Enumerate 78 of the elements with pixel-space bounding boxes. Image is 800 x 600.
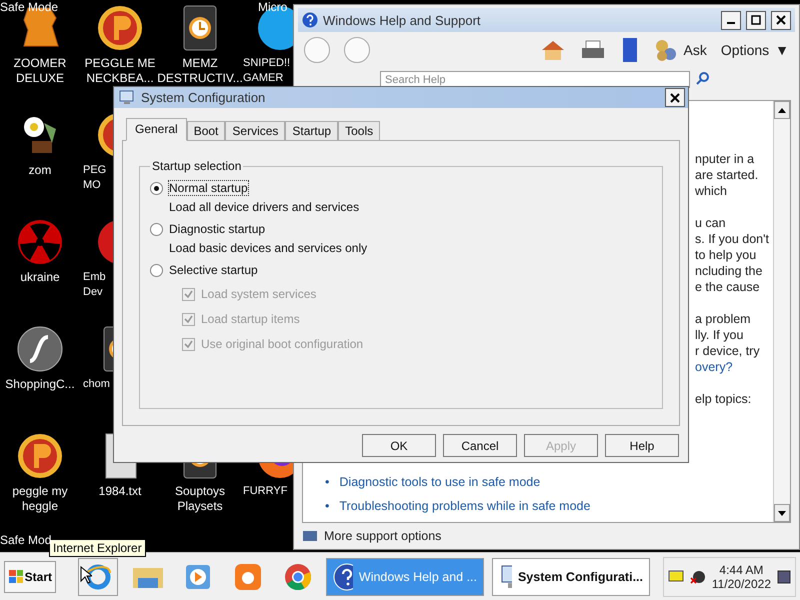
options-menu[interactable]: Options ▼ xyxy=(720,42,789,58)
window-title: System Configuration xyxy=(141,90,266,105)
icon-label: SNIPED!! GAMER xyxy=(243,56,290,86)
radio-option[interactable]: Diagnostic startup xyxy=(150,222,652,236)
option-description: Load basic devices and services only xyxy=(169,241,368,255)
scrollbar[interactable] xyxy=(773,101,790,522)
tab[interactable]: Services xyxy=(225,121,286,141)
speaker-icon[interactable] xyxy=(690,568,706,584)
close-icon xyxy=(776,15,786,25)
tab[interactable]: Boot xyxy=(186,121,226,141)
people-icon xyxy=(654,38,678,62)
game-badge-icon[interactable] xyxy=(16,432,64,480)
icon-label: ShoppingC... xyxy=(4,377,76,392)
windows-logo xyxy=(8,568,23,584)
option-description: Load all device drivers and services xyxy=(169,200,360,214)
minimize-button[interactable] xyxy=(721,10,741,30)
taskbar-button[interactable]: System Configurati... xyxy=(492,558,650,596)
icon-label: Emb Dev xyxy=(83,270,106,300)
tab[interactable]: Startup xyxy=(285,121,338,141)
icon-label: FURRYF xyxy=(243,484,288,499)
flash-icon[interactable] xyxy=(16,325,64,373)
search-icon[interactable] xyxy=(696,71,710,85)
help-link[interactable]: overy? xyxy=(695,359,773,375)
ask-button[interactable]: Ask xyxy=(654,38,707,62)
icon-label: ukraine xyxy=(19,270,61,285)
monitor-icon[interactable] xyxy=(668,570,684,584)
radio-button[interactable] xyxy=(150,222,163,236)
minimize-icon xyxy=(727,22,735,24)
dialog-button[interactable]: OK xyxy=(362,434,436,457)
house-icon[interactable] xyxy=(540,38,566,62)
icon-label: MEMZ DESTRUCTIV... xyxy=(160,56,240,86)
window-title: Windows Help and Support xyxy=(323,12,482,28)
help-paragraph: u can s. If you don't to help you ncluding the e the cause xyxy=(695,215,770,295)
tab[interactable]: General xyxy=(126,118,187,141)
help-paragraph: elp topics: xyxy=(695,391,752,407)
help-link[interactable]: Diagnostic tools to use in safe mode xyxy=(339,470,540,494)
dialog-button[interactable]: Help xyxy=(605,434,679,457)
close-button[interactable] xyxy=(665,88,685,107)
arrow-down-icon[interactable] xyxy=(778,510,786,516)
icon-label: 1984.txt xyxy=(98,484,142,499)
help-icon xyxy=(333,562,353,590)
maximize-button[interactable] xyxy=(746,10,766,30)
browser-e-icon[interactable] xyxy=(78,558,118,596)
dialog-button[interactable]: Cancel xyxy=(443,434,517,457)
list-bullet: • xyxy=(325,474,330,491)
start-button[interactable]: Start xyxy=(4,560,56,592)
printer-icon[interactable] xyxy=(580,39,606,61)
help-paragraph: nputer in a are started. which xyxy=(695,151,760,199)
game-badge-icon[interactable] xyxy=(96,4,144,52)
radio-button[interactable] xyxy=(150,264,163,276)
monitor-icon xyxy=(119,90,135,105)
icon-label: PEG MO xyxy=(83,163,106,193)
maximize-icon xyxy=(751,15,761,25)
radio-option[interactable]: Normal startup xyxy=(150,181,652,195)
icon-label: Souptoys Playsets xyxy=(174,484,226,514)
desktop-text: Safe Mod xyxy=(0,533,52,547)
radio-button[interactable] xyxy=(150,182,163,194)
help-link[interactable]: Troubleshooting problems while in safe mode xyxy=(339,494,590,518)
desktop-icon[interactable] xyxy=(777,570,791,584)
clock[interactable]: 4:44 AM 11/20/2022 xyxy=(712,562,771,590)
icon-label: ZOOMER DELUXE xyxy=(12,56,68,86)
help-icon xyxy=(302,12,318,28)
arrow-up-icon[interactable] xyxy=(778,108,786,112)
mouse-cursor-icon xyxy=(80,566,92,584)
tab[interactable]: Tools xyxy=(338,121,380,141)
icon-label: chom xyxy=(83,377,110,392)
icon-label: peggle my heggle xyxy=(11,484,69,514)
close-icon xyxy=(670,92,680,102)
close-button[interactable] xyxy=(771,10,791,30)
more-support-link[interactable]: More support options xyxy=(324,529,442,543)
icon-label: zom xyxy=(28,163,52,178)
monitor-icon xyxy=(499,562,512,590)
radiation-icon[interactable] xyxy=(16,218,64,266)
radio-option[interactable]: Selective startup xyxy=(150,263,652,277)
icon-label: PEGGLE ME NECKBEA... xyxy=(84,56,156,86)
group-title: Startup selection xyxy=(151,159,242,173)
help-paragraph: a problem lly. If you r device, try overy? xyxy=(695,311,773,375)
list-bullet: • xyxy=(325,498,330,515)
